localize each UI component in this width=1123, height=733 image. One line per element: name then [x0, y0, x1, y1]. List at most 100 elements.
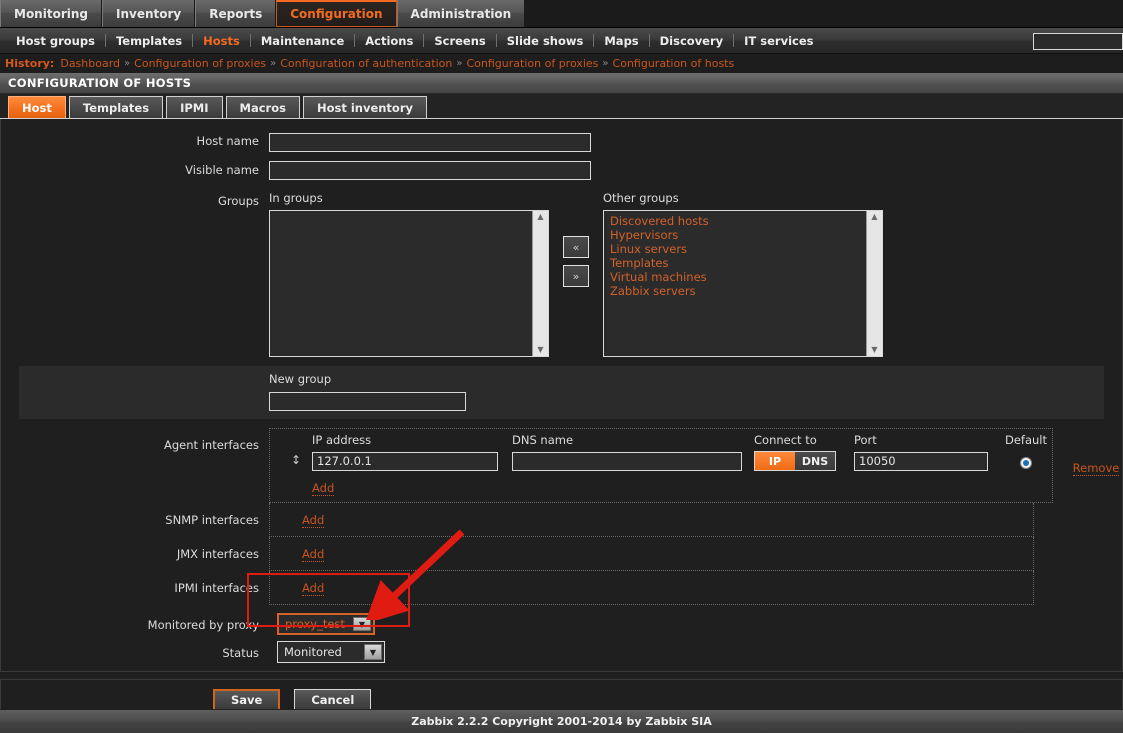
groups-label: Groups	[217, 194, 259, 208]
connect-to-dns-button[interactable]: DNS	[795, 452, 835, 470]
breadcrumb-separator: »	[124, 58, 131, 69]
snmp-interfaces-table: Add	[269, 503, 1034, 537]
submenu-item-it-services[interactable]: IT services	[734, 34, 823, 48]
other-groups-listbox[interactable]: Discovered hosts Hypervisors Linux serve…	[603, 210, 883, 357]
scroll-up-icon[interactable]: ▲	[537, 213, 543, 221]
field-row-jmx-interfaces: JMX interfaces Add	[1, 537, 1122, 571]
status-select[interactable]: Monitored ▼	[277, 641, 385, 663]
default-radio[interactable]	[1020, 456, 1032, 469]
sub-menu-bar: Host groups Templates Hosts Maintenance …	[0, 28, 1123, 54]
port-input[interactable]	[854, 451, 988, 471]
menu-item-administration[interactable]: Administration	[396, 0, 526, 27]
list-item[interactable]: Hypervisors	[610, 228, 866, 242]
list-item[interactable]: Discovered hosts	[610, 214, 866, 228]
submenu-item-actions[interactable]: Actions	[355, 34, 423, 48]
breadcrumb-item-dashboard[interactable]: Dashboard	[60, 57, 120, 70]
submenu-item-screens[interactable]: Screens	[424, 34, 495, 48]
breadcrumb-item-configuration-of-authentication[interactable]: Configuration of authentication	[280, 57, 452, 70]
submenu-item-host-groups[interactable]: Host groups	[6, 34, 105, 48]
breadcrumb-item-configuration-of-hosts[interactable]: Configuration of hosts	[613, 57, 735, 70]
move-right-button[interactable]: »	[563, 265, 589, 287]
new-group-input[interactable]	[269, 391, 466, 411]
header-default: Default	[1004, 432, 1048, 447]
jmx-interfaces-table: Add	[269, 537, 1034, 571]
agent-interface-remove-link[interactable]: Remove	[1072, 461, 1120, 476]
other-groups-column: Other groups Discovered hosts Hypervisor…	[603, 191, 883, 357]
tab-templates[interactable]: Templates	[68, 96, 164, 118]
header-ip-address: IP address	[312, 432, 372, 447]
ipmi-interfaces-label: IPMI interfaces	[174, 581, 259, 595]
other-groups-items[interactable]: Discovered hosts Hypervisors Linux serve…	[604, 211, 866, 356]
menu-item-configuration[interactable]: Configuration	[276, 0, 397, 27]
form-tab-bar: Host Templates IPMI Macros Host inventor…	[0, 94, 1123, 119]
jmx-add-wrap: Add	[280, 543, 1033, 562]
dns-name-input[interactable]	[512, 451, 742, 471]
host-name-field-wrap	[269, 128, 1122, 152]
jmx-interfaces-label: JMX interfaces	[176, 547, 259, 561]
connect-to-ip-button[interactable]: IP	[755, 452, 795, 470]
breadcrumb-item-configuration-of-proxies-2[interactable]: Configuration of proxies	[467, 57, 599, 70]
monitored-by-proxy-select[interactable]: proxy_test ▼	[277, 613, 375, 635]
jmx-interfaces-add-link[interactable]: Add	[302, 547, 325, 562]
chevron-down-icon[interactable]: ▼	[364, 644, 382, 660]
header-dns-name: DNS name	[512, 432, 574, 447]
field-row-snmp-interfaces: SNMP interfaces Add	[1, 503, 1122, 537]
in-groups-scrollbar[interactable]: ▲ ▼	[532, 211, 548, 356]
scroll-down-icon[interactable]: ▼	[871, 346, 877, 354]
host-form-box: Host name Visible name Groups In groups …	[0, 119, 1123, 672]
menu-item-inventory[interactable]: Inventory	[102, 0, 196, 27]
submenu-item-hosts[interactable]: Hosts	[193, 34, 250, 48]
new-group-label: New group	[269, 372, 332, 386]
submenu-item-templates[interactable]: Templates	[106, 34, 192, 48]
field-row-status: Status Monitored ▼	[1, 639, 1122, 671]
connect-to-cell: IP DNS	[754, 450, 854, 471]
in-groups-listbox[interactable]: ▲ ▼	[269, 210, 549, 357]
list-item[interactable]: Virtual machines	[610, 270, 866, 284]
snmp-interfaces-add-link[interactable]: Add	[302, 513, 325, 528]
breadcrumb: History: Dashboard » Configuration of pr…	[0, 54, 1123, 73]
submenu-item-maps[interactable]: Maps	[594, 34, 648, 48]
menu-item-reports[interactable]: Reports	[195, 0, 277, 27]
other-groups-scrollbar[interactable]: ▲ ▼	[866, 211, 882, 356]
monitored-by-proxy-value: proxy_test	[285, 617, 345, 631]
in-groups-items[interactable]	[270, 211, 532, 356]
list-item[interactable]: Linux servers	[610, 242, 866, 256]
ip-address-input[interactable]	[312, 451, 498, 471]
move-left-button[interactable]: «	[563, 236, 589, 258]
search-input[interactable]	[1033, 32, 1123, 50]
list-item[interactable]: Templates	[610, 256, 866, 270]
connect-to-toggle[interactable]: IP DNS	[754, 451, 836, 471]
submenu-item-maintenance[interactable]: Maintenance	[251, 34, 354, 48]
header-connect-to: Connect to	[754, 432, 817, 447]
chevron-down-icon[interactable]: ▼	[352, 617, 371, 631]
field-row-monitored-by-proxy: Monitored by proxy proxy_test ▼	[1, 611, 1122, 635]
groups-transfer-buttons: « »	[563, 236, 589, 287]
visible-name-input[interactable]	[269, 161, 591, 180]
visible-name-field-wrap	[269, 157, 1122, 180]
tab-host-inventory[interactable]: Host inventory	[302, 96, 428, 118]
dns-name-cell	[512, 450, 754, 471]
scroll-up-icon[interactable]: ▲	[871, 213, 877, 221]
tab-host[interactable]: Host	[8, 96, 66, 118]
breadcrumb-item-configuration-of-proxies-1[interactable]: Configuration of proxies	[134, 57, 266, 70]
drag-handle-icon[interactable]: ↕	[280, 453, 312, 467]
submenu-item-slide-shows[interactable]: Slide shows	[497, 34, 594, 48]
host-name-input[interactable]	[269, 132, 591, 152]
field-row-host-name: Host name	[1, 119, 1122, 152]
snmp-add-wrap: Add	[280, 509, 1033, 528]
scroll-down-icon[interactable]: ▼	[537, 346, 543, 354]
ip-address-cell	[312, 450, 512, 471]
field-row-new-group: New group	[19, 366, 1104, 419]
tab-macros[interactable]: Macros	[225, 96, 300, 118]
host-form: Host name Visible name Groups In groups …	[0, 119, 1123, 721]
field-row-ipmi-interfaces: IPMI interfaces Add	[1, 571, 1122, 605]
monitored-by-proxy-label: Monitored by proxy	[147, 618, 259, 632]
host-name-label: Host name	[196, 134, 259, 148]
tab-ipmi[interactable]: IPMI	[166, 96, 223, 118]
agent-interfaces-add-link[interactable]: Add	[312, 481, 335, 496]
list-item[interactable]: Zabbix servers	[610, 284, 866, 298]
submenu-item-discovery[interactable]: Discovery	[650, 34, 734, 48]
menu-item-monitoring[interactable]: Monitoring	[0, 0, 102, 27]
groups-transfer-widget: In groups ▲ ▼ « » Other groups Discovere…	[269, 191, 1122, 357]
ipmi-interfaces-add-link[interactable]: Add	[302, 581, 325, 596]
